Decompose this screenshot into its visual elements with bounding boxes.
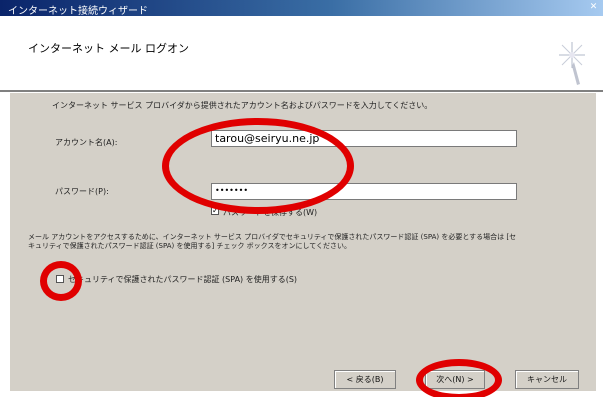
spa-checkbox-label: セキュリティで保護されたパスワード認証 (SPA) を使用する(S) xyxy=(68,275,298,284)
internet-connection-wizard-dialog: インターネット接続ウィザード ✕ インターネット メール ログオン インターネッ… xyxy=(0,0,603,397)
cancel-button[interactable]: キャンセル xyxy=(515,370,579,389)
back-button[interactable]: < 戻る(B) xyxy=(334,370,396,389)
close-icon[interactable]: ✕ xyxy=(588,2,599,13)
wizard-icon xyxy=(559,42,585,85)
spa-note: メール アカウントをアクセスするために、インターネット サービス プロバイダでセ… xyxy=(28,233,517,250)
remember-password-label: パスワードを保存する(W) xyxy=(223,208,318,217)
window-title: インターネット接続ウィザード xyxy=(8,6,148,17)
title-bar: インターネット接続ウィザード ✕ xyxy=(0,0,603,17)
instruction-text: インターネット サービス プロバイダから提供されたアカウント名およびパスワードを… xyxy=(52,101,433,110)
account-name-label: アカウント名(A): xyxy=(55,138,118,147)
account-name-input[interactable]: tarou@seiryu.ne.jp xyxy=(211,130,517,147)
next-button[interactable]: 次へ(N) > xyxy=(425,370,485,389)
password-input[interactable]: ••••••• xyxy=(211,183,517,200)
page-title: インターネット メール ログオン xyxy=(28,42,189,55)
remember-password-checkbox[interactable]: ✓ xyxy=(211,207,219,215)
wizard-header: インターネット メール ログオン xyxy=(0,16,603,90)
password-label: パスワード(P): xyxy=(55,187,109,196)
spa-checkbox[interactable] xyxy=(56,275,64,283)
